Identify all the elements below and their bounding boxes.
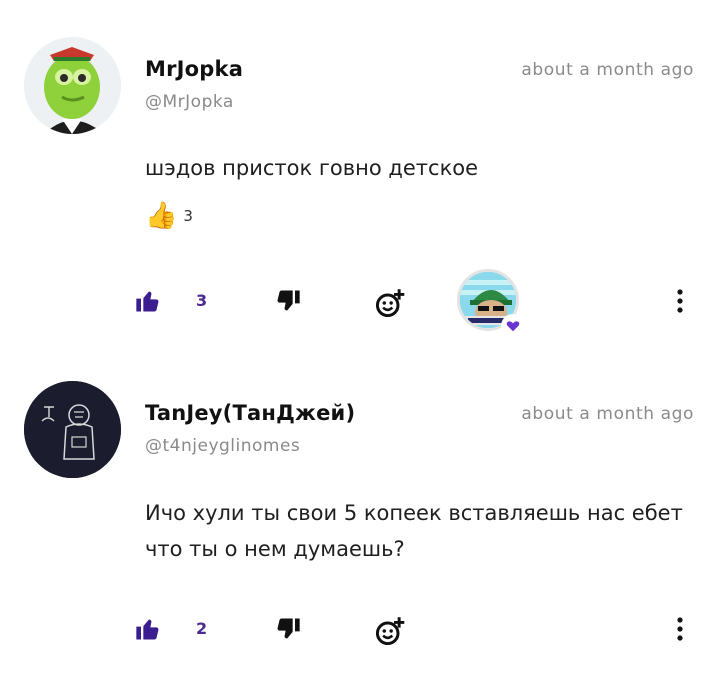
avatar[interactable] [24, 381, 121, 478]
thumbs-down-icon [277, 290, 300, 311]
comment-card: MrJopka @MrJopka about a month ago шэдов… [0, 0, 720, 350]
reaction-chip[interactable]: 👍 3 [145, 201, 193, 231]
comment-actions: 3 [0, 269, 720, 338]
like-count: 2 [196, 619, 208, 638]
comment-text: шэдов присток говно детское [145, 156, 479, 180]
add-reaction-icon [375, 617, 405, 646]
thumbs-down-icon [277, 618, 300, 639]
add-reaction-button[interactable] [374, 615, 405, 646]
author-name[interactable]: MrJopka [145, 57, 243, 81]
avatar[interactable] [24, 37, 121, 134]
thumbs-up-icon [136, 619, 159, 640]
author-handle[interactable]: @t4njeyglinomes [145, 436, 300, 456]
more-vertical-icon [677, 617, 683, 641]
comment-text: Ичо хули ты свои 5 копеек вставляешь нас… [145, 501, 683, 561]
timestamp: about a month ago [521, 404, 694, 424]
like-button[interactable] [134, 287, 162, 315]
like-count: 3 [196, 291, 208, 310]
reaction-count: 3 [183, 207, 193, 225]
thumbs-up-emoji-icon: 👍 [145, 201, 178, 231]
comment-card: TanJey(ТанДжей) @t4njeyglinomes about a … [0, 350, 720, 688]
heart-badge [501, 314, 525, 338]
add-reaction-icon [375, 289, 405, 318]
author-name[interactable]: TanJey(ТанДжей) [145, 401, 355, 425]
comment-actions: 2 [0, 609, 720, 649]
timestamp: about a month ago [521, 60, 694, 80]
dislike-button[interactable] [274, 615, 302, 643]
author-handle[interactable]: @MrJopka [145, 92, 234, 112]
dislike-button[interactable] [274, 287, 302, 315]
thumbs-up-icon [136, 291, 159, 312]
more-options-button[interactable] [666, 287, 694, 315]
more-options-button[interactable] [666, 615, 694, 643]
add-reaction-button[interactable] [374, 287, 405, 318]
more-vertical-icon [677, 289, 683, 313]
heart-icon [506, 321, 520, 332]
like-button[interactable] [134, 615, 162, 643]
